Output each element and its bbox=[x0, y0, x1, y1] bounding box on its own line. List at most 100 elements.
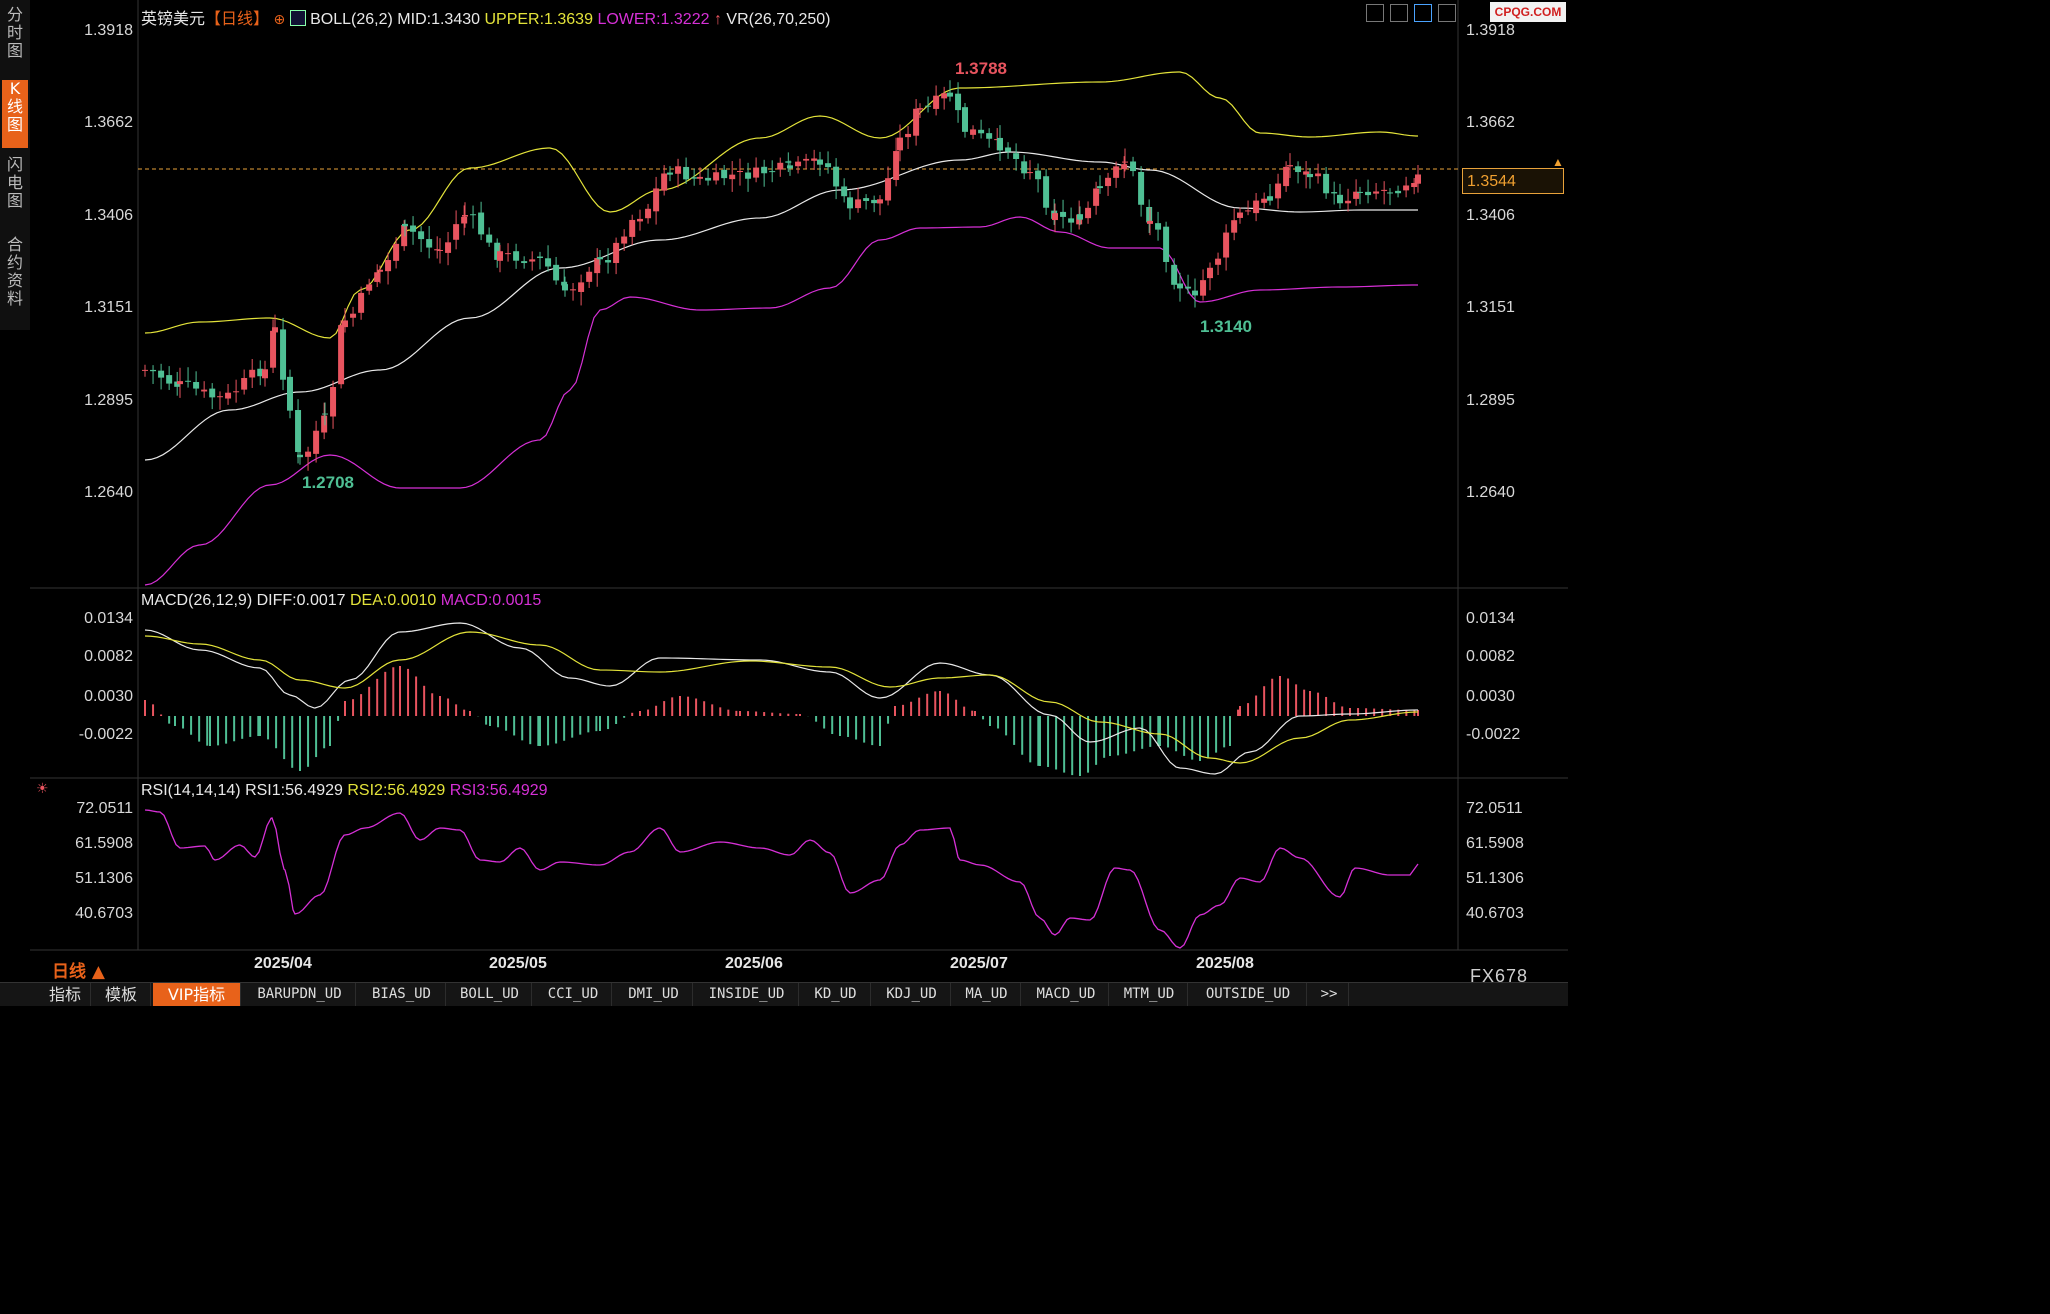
sun-icon[interactable]: ☀ bbox=[36, 780, 49, 797]
candle-body bbox=[513, 251, 520, 261]
settings-icon[interactable] bbox=[1438, 4, 1456, 22]
candle-body bbox=[1275, 183, 1282, 199]
candle-body bbox=[667, 172, 673, 175]
macd-name: MACD(26,12,9) bbox=[141, 592, 253, 609]
macd-dea: DEA:0.0010 bbox=[350, 592, 437, 609]
tab-boll[interactable]: BOLL_UD bbox=[448, 983, 532, 1006]
macd-axis-label: -0.0022 bbox=[1466, 726, 1521, 743]
tab-kdj[interactable]: KDJ_UD bbox=[873, 983, 951, 1006]
candle-body bbox=[925, 105, 932, 107]
candle-body bbox=[562, 284, 568, 291]
candle-icon[interactable] bbox=[1390, 4, 1408, 22]
candle-body bbox=[553, 264, 560, 281]
tab-indicator[interactable]: 指标 bbox=[40, 983, 91, 1006]
candle-body bbox=[863, 198, 870, 201]
candle-body bbox=[897, 137, 903, 151]
candle-body bbox=[185, 380, 192, 382]
price-axis-label: 1.3918 bbox=[1466, 22, 1515, 39]
candle-body bbox=[578, 282, 585, 292]
tab-inside[interactable]: INSIDE_UD bbox=[695, 983, 799, 1006]
candle-body bbox=[313, 430, 320, 454]
candle-body bbox=[177, 381, 183, 385]
candle-body bbox=[1105, 177, 1112, 187]
price-axis-label: 1.3662 bbox=[84, 114, 133, 131]
candle-body bbox=[661, 173, 668, 191]
period-footer[interactable]: 日线 ▲ bbox=[52, 957, 105, 982]
boll-upper: UPPER:1.3639 bbox=[484, 11, 593, 28]
macd-value: MACD:0.0015 bbox=[440, 592, 542, 609]
candle-body bbox=[885, 178, 892, 201]
tab-barupdn[interactable]: BARUPDN_UD bbox=[244, 983, 356, 1006]
candle-body bbox=[769, 171, 776, 173]
macd-dea-line bbox=[144, 631, 1419, 764]
candle-body bbox=[645, 208, 652, 219]
tab-bias[interactable]: BIAS_UD bbox=[358, 983, 446, 1006]
candle-body bbox=[697, 176, 703, 179]
candle-body bbox=[941, 93, 948, 99]
candle-body bbox=[305, 451, 312, 457]
candle-body bbox=[150, 369, 157, 372]
candle-body bbox=[1223, 232, 1230, 258]
candle-body bbox=[1085, 207, 1092, 219]
candle-body bbox=[1185, 286, 1192, 289]
candle-body bbox=[1138, 171, 1145, 205]
candle-body bbox=[761, 166, 768, 174]
candle-body bbox=[1021, 161, 1028, 174]
tab-ma[interactable]: MA_UD bbox=[953, 983, 1021, 1006]
rsi-name: RSI(14,14,14) bbox=[141, 782, 241, 799]
candle-body bbox=[621, 236, 628, 244]
tab-kd[interactable]: KD_UD bbox=[801, 983, 871, 1006]
tab-vip-indicator[interactable]: VIP指标 bbox=[153, 983, 241, 1006]
rsi-axis-label: 72.0511 bbox=[1466, 800, 1523, 817]
arrow-up-icon: ↑ bbox=[713, 11, 722, 28]
candle-body bbox=[142, 369, 148, 371]
date-label: 2025/07 bbox=[950, 955, 1008, 972]
low-price-annotation-mid: 1.3140 bbox=[1200, 317, 1252, 336]
candle-body bbox=[811, 158, 818, 161]
candle-body bbox=[947, 92, 953, 97]
candle-body bbox=[653, 188, 660, 212]
tab-mtm[interactable]: MTM_UD bbox=[1111, 983, 1188, 1006]
tab-macd[interactable]: MACD_UD bbox=[1024, 983, 1109, 1006]
candle-body bbox=[613, 242, 620, 264]
candle-body bbox=[713, 172, 720, 181]
grid-icon[interactable] bbox=[1366, 4, 1384, 22]
candle-body bbox=[1013, 153, 1020, 159]
candle-body bbox=[1337, 194, 1343, 204]
period-label[interactable]: 【日线】 bbox=[205, 11, 269, 28]
tab-cci[interactable]: CCI_UD bbox=[535, 983, 612, 1006]
price-axis-label: 1.3151 bbox=[84, 299, 133, 316]
indicator-chart-icon[interactable] bbox=[289, 10, 306, 26]
candle-body bbox=[497, 251, 503, 261]
tab-more[interactable]: >> bbox=[1310, 983, 1349, 1006]
candle-body bbox=[287, 376, 293, 411]
candle-body bbox=[330, 387, 337, 417]
tab-template[interactable]: 模板 bbox=[92, 983, 151, 1006]
tab-outside[interactable]: OUTSIDE_UD bbox=[1190, 983, 1307, 1006]
candle-body bbox=[1177, 283, 1183, 289]
macd-axis-label: -0.0022 bbox=[78, 726, 133, 743]
rsi-axis-label: 61.5908 bbox=[1466, 835, 1524, 852]
candle-body bbox=[1052, 213, 1058, 221]
candle-body bbox=[478, 212, 485, 235]
candle-body bbox=[905, 133, 912, 138]
kline-chart[interactable] bbox=[0, 0, 1568, 1005]
candle-body bbox=[1381, 189, 1388, 191]
candle-body bbox=[1163, 226, 1170, 262]
crosshair-icon[interactable]: ⊕ bbox=[273, 11, 285, 27]
candle-body bbox=[597, 257, 603, 260]
tab-dmi[interactable]: DMI_UD bbox=[615, 983, 693, 1006]
candle-body bbox=[374, 272, 381, 282]
candle-body bbox=[1283, 166, 1290, 187]
candle-body bbox=[437, 249, 443, 251]
candle-body bbox=[913, 108, 920, 136]
candle-body bbox=[787, 165, 793, 169]
candle-body bbox=[1315, 173, 1322, 177]
candle-body bbox=[322, 413, 328, 415]
candle-body bbox=[877, 199, 883, 204]
candle-body bbox=[470, 214, 477, 216]
macd-axis-label: 0.0134 bbox=[84, 610, 133, 627]
macd-axis-label: 0.0134 bbox=[1466, 610, 1515, 627]
line-chart-icon[interactable] bbox=[1414, 4, 1432, 22]
candle-body bbox=[1113, 166, 1120, 178]
